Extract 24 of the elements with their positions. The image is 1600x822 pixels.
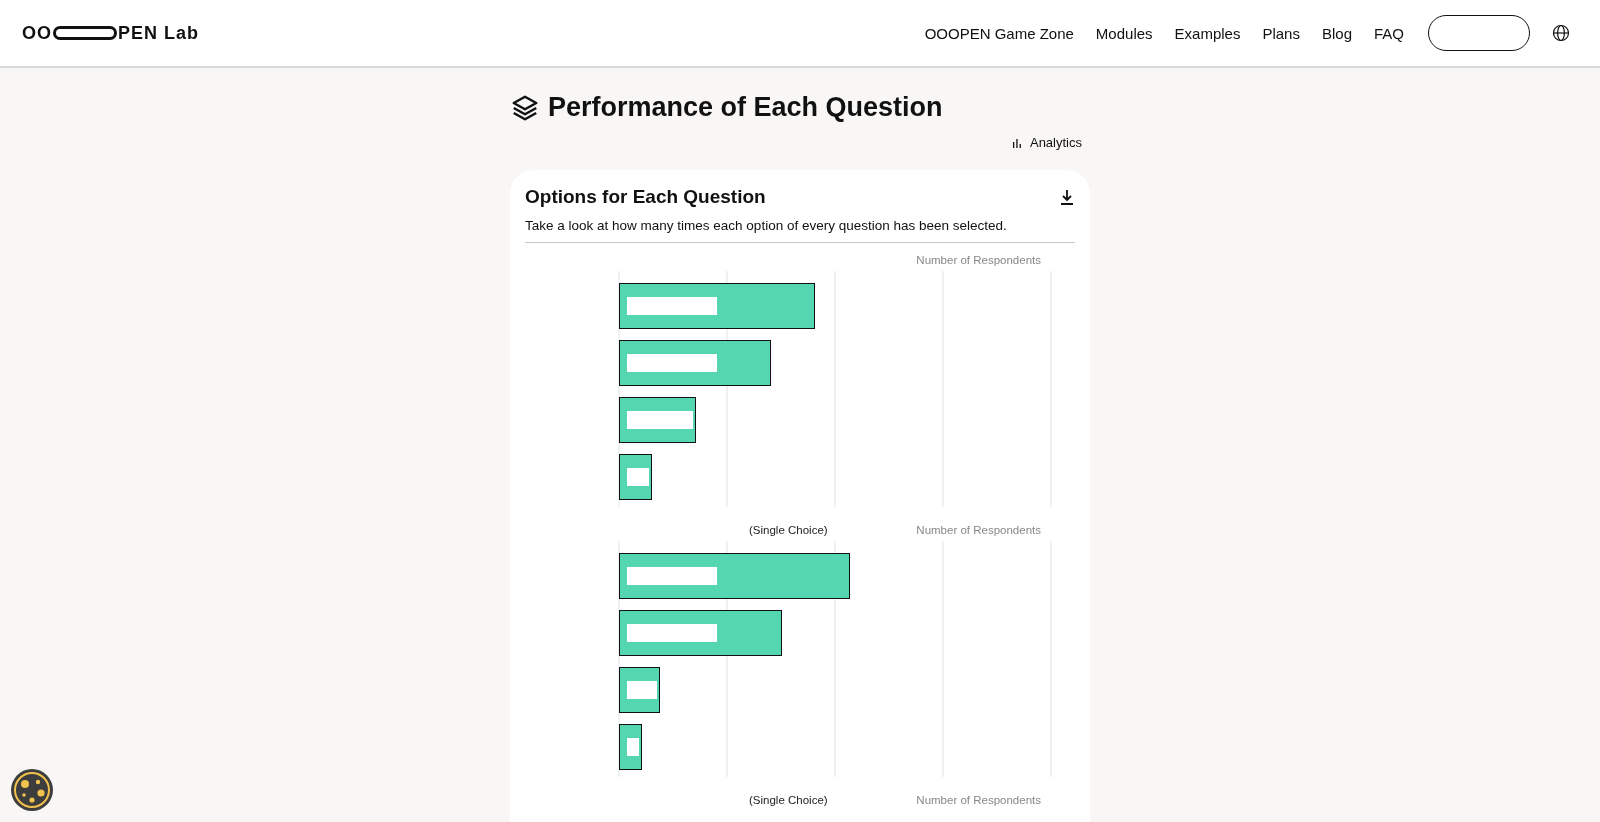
- axis-label: Number of Respondents: [916, 254, 1041, 266]
- pill-button[interactable]: [1428, 15, 1530, 51]
- nav-link[interactable]: Blog: [1321, 24, 1352, 42]
- nav-link[interactable]: Modules: [1095, 24, 1153, 42]
- nav-link[interactable]: Plans: [1262, 24, 1300, 42]
- bar-chart-icon: [1011, 137, 1022, 148]
- axis-label: Number of Respondents: [916, 794, 1041, 806]
- chart-subtitle: (Single Choice): [749, 524, 828, 536]
- bar: [619, 667, 660, 713]
- page-title: Performance of Each Question: [548, 92, 943, 123]
- chart-subtitle: (Single Choice): [749, 794, 828, 806]
- nav-link[interactable]: Examples: [1174, 24, 1241, 42]
- bar: [619, 724, 642, 770]
- logo[interactable]: OO PEN Lab: [22, 22, 200, 44]
- nav-link[interactable]: OOOPEN Game Zone: [924, 24, 1074, 42]
- globe-icon[interactable]: [1552, 24, 1570, 42]
- download-icon[interactable]: [1059, 189, 1075, 205]
- analytics-link[interactable]: Analytics: [1011, 135, 1082, 150]
- cookie-icon[interactable]: [10, 768, 54, 812]
- nav-link[interactable]: FAQ: [1374, 24, 1404, 42]
- bar: [619, 454, 652, 500]
- axis-label: Number of Respondents: [916, 524, 1041, 536]
- card-description: Take a look at how many times each option of every question has been selected.: [525, 218, 1075, 243]
- card-title: Options for Each Question: [525, 186, 766, 208]
